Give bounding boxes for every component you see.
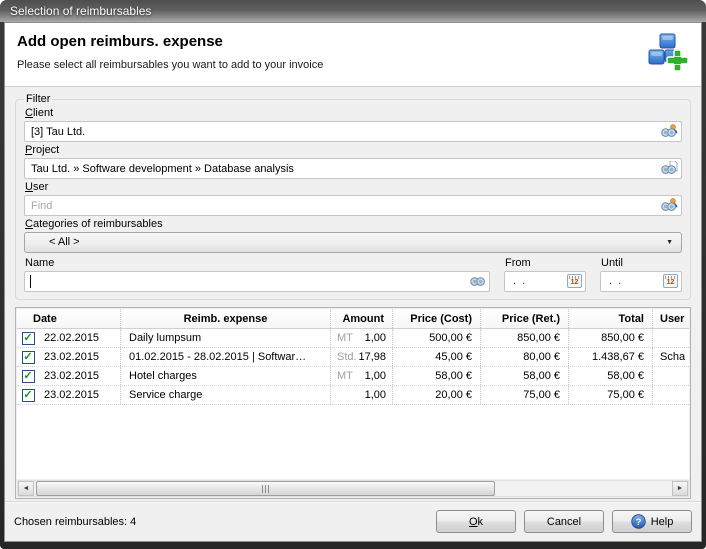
titlebar[interactable]: Selection of reimbursables [0,0,706,22]
scroll-right-arrow[interactable]: ► [672,481,688,496]
filter-groupbox: Filter Client P [15,93,691,300]
add-reimbursable-cubes-icon [645,32,689,79]
column-header-amount[interactable]: Amount [330,309,392,328]
binoculars-icon [470,275,486,287]
find-client-button[interactable] [660,123,679,139]
from-label: From [505,257,586,269]
table-row[interactable]: ✓ 23.02.2015 Hotel charges MT1,00 58,00 … [17,367,689,386]
dialog-header: Add open reimburs. expense Please select… [5,23,701,87]
categories-selected-value: < All > [49,236,80,248]
table-header-row: Date Reimb. expense Amount Price (Cost) … [17,309,689,329]
scrollbar-track[interactable] [34,481,672,496]
calendar-icon[interactable]: 12 [567,274,582,288]
dialog-window: Selection of reimbursables Add open reim… [0,0,706,549]
scrollbar-thumb[interactable] [36,481,495,496]
name-input[interactable] [24,271,490,292]
help-button[interactable]: ? Help [612,510,692,533]
page-title: Add open reimburs. expense [17,33,689,50]
row-checkbox[interactable]: ✓ [22,370,35,383]
svg-text:?: ? [635,517,641,528]
client-input[interactable] [24,121,682,142]
column-header-user[interactable]: User [652,309,689,328]
filter-legend: Filter [24,93,52,105]
checkmark-icon: ✓ [23,371,32,382]
until-label: Until [601,257,682,269]
find-user-button[interactable] [660,197,679,213]
checkmark-icon: ✓ [23,352,32,363]
reimbursables-table: Date Reimb. expense Amount Price (Cost) … [17,309,689,479]
column-header-price-cost[interactable]: Price (Cost) [392,309,480,328]
page-subtitle: Please select all reimbursables you want… [17,59,689,71]
name-date-row: Name [24,255,682,292]
row-checkbox[interactable]: ✓ [22,332,35,345]
user-input[interactable] [24,195,682,216]
project-field-wrap [24,158,682,179]
project-label: Project [25,144,682,156]
column-header-total[interactable]: Total [568,309,652,328]
dialog-footer: Chosen reimbursables: 4 Ok Cancel ? Help [5,501,701,541]
binoculars-person-icon [661,198,678,212]
client-label: Client [25,107,682,119]
dialog-content: Filter Client P [5,87,701,501]
column-header-price-ret[interactable]: Price (Ret.) [480,309,568,328]
dialog-body: Add open reimburs. expense Please select… [4,22,702,542]
binoculars-document-icon [661,161,678,175]
project-input[interactable] [24,158,682,179]
horizontal-scrollbar[interactable]: ◄ ► [17,480,689,497]
chosen-count-status: Chosen reimbursables: 4 [14,516,428,528]
row-checkbox[interactable]: ✓ [22,351,35,364]
scroll-left-arrow[interactable]: ◄ [18,481,34,496]
until-date-field[interactable]: . . 12 [600,271,682,292]
from-date-field[interactable]: . . 12 [504,271,586,292]
thumb-grip-icon [262,485,263,493]
help-icon: ? [631,514,646,529]
name-field-wrap [24,271,490,292]
cancel-button[interactable]: Cancel [524,510,604,533]
reimbursables-list-panel: Date Reimb. expense Amount Price (Cost) … [15,307,691,499]
table-row[interactable]: ✓ 22.02.2015 Daily lumpsum MT1,00 500,00… [17,329,689,348]
binoculars-person-icon [661,124,678,138]
table-row[interactable]: ✓ 23.02.2015 Service charge 1,00 20,00 €… [17,386,689,405]
client-field-wrap [24,121,682,142]
find-project-button[interactable] [660,160,679,176]
table-row[interactable]: ✓ 23.02.2015 01.02.2015 - 28.02.2015 | S… [17,348,689,367]
column-header-expense[interactable]: Reimb. expense [120,309,330,328]
categories-dropdown[interactable]: < All > ▼ [24,232,682,253]
calendar-icon[interactable]: 12 [663,274,678,288]
checkmark-icon: ✓ [23,333,32,344]
chevron-down-icon: ▼ [666,233,673,253]
name-label: Name [25,257,490,269]
checkmark-icon: ✓ [23,390,32,401]
text-caret [30,275,31,288]
user-label: User [25,181,682,193]
ok-button[interactable]: Ok [436,510,516,533]
column-header-date[interactable]: Date [17,309,120,328]
row-checkbox[interactable]: ✓ [22,389,35,402]
find-name-button[interactable] [468,273,487,289]
user-field-wrap [24,195,682,216]
window-title: Selection of reimbursables [10,4,151,18]
categories-label: Categories of reimbursables [25,218,682,230]
